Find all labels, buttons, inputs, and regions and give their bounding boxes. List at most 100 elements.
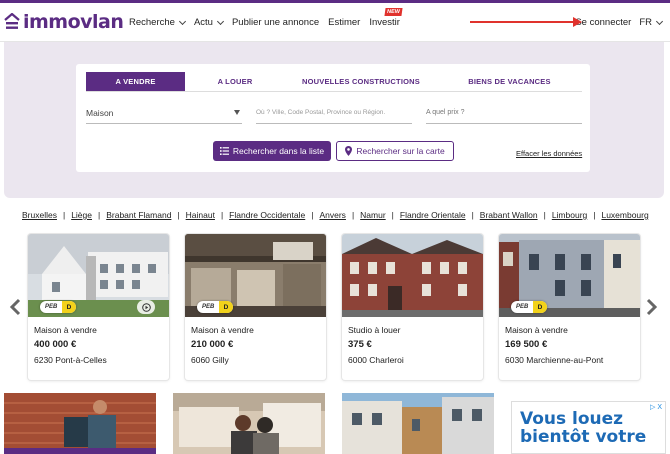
region-link[interactable]: Hainaut [186, 210, 215, 220]
separator: | [543, 210, 546, 220]
region-link[interactable]: Bruxelles [22, 210, 57, 220]
region-link[interactable]: Brabant Wallon [480, 210, 538, 220]
header-right: Se connecter FR [575, 17, 664, 28]
peb-label: PEB [516, 304, 529, 310]
nav-item-estimer[interactable]: Estimer [328, 17, 360, 28]
peb-grade: D [533, 301, 547, 313]
chevron-down-icon [216, 17, 225, 25]
peb-grade: D [219, 301, 233, 313]
house-logo-icon [4, 12, 20, 31]
separator: | [62, 210, 66, 220]
separator: | [98, 210, 101, 220]
separator: | [391, 210, 394, 220]
listing-location: 6000 Charleroi [348, 355, 404, 365]
new-badge: NEW [384, 8, 403, 16]
peb-badge: PEB D [511, 301, 547, 313]
region-link[interactable]: Luxembourg [601, 210, 648, 220]
listing-photo: PEB D [499, 234, 640, 317]
ad-headline: Vous louez bientôt votre [520, 410, 646, 446]
map-pin-icon [345, 146, 353, 156]
nav-label: Actu [193, 17, 213, 28]
tab-nouvelles-constructions[interactable]: NOUVELLES CONSTRUCTIONS [285, 72, 437, 91]
location-input[interactable]: Où ? Ville, Code Postal, Province ou Rég… [256, 102, 412, 124]
separator: | [593, 210, 596, 220]
region-link[interactable]: Anvers [319, 210, 345, 220]
search-list-label: Rechercher dans la liste [232, 146, 325, 156]
price-placeholder: A quel prix ? [426, 109, 465, 116]
nav-label: Recherche [129, 17, 175, 28]
ad-line-2: bientôt votre [520, 427, 647, 447]
nav-item-actu[interactable]: Actu [193, 17, 225, 28]
listing-card[interactable]: PEB D Maison à vendre 169 500 € 6030 Mar… [499, 234, 640, 380]
region-links: Bruxelles | Liège | Brabant Flamand | Haina… [22, 210, 649, 220]
price-input[interactable]: A quel prix ? [426, 102, 582, 124]
separator: | [311, 210, 314, 220]
peb-badge: PEB D [197, 301, 233, 313]
login-link[interactable]: Se connecter [575, 17, 631, 28]
clear-data-link[interactable]: Effacer les données [516, 149, 582, 158]
search-list-button[interactable]: Rechercher dans la liste [213, 141, 331, 161]
region-link[interactable]: Brabant Flamand [106, 210, 171, 220]
property-type-value: Maison [86, 107, 114, 118]
separator: | [220, 210, 224, 220]
listing-card[interactable]: Studio à louer 375 € 6000 Charleroi [342, 234, 483, 380]
listing-price: 400 000 € [34, 339, 77, 350]
main-nav: Recherche Actu Publier une annonce Estim… [129, 8, 409, 28]
region-link[interactable]: Flandre Orientale [400, 210, 466, 220]
carousel-prev-arrow-icon[interactable] [9, 298, 21, 316]
peb-label: PEB [45, 304, 58, 310]
location-placeholder: Où ? Ville, Code Postal, Province ou Rég… [256, 109, 386, 116]
search-tabs: A VENDRE A LOUER NOUVELLES CONSTRUCTIONS… [86, 72, 582, 92]
tab-biens-de-vacances[interactable]: BIENS DE VACANCES [437, 72, 582, 91]
nav-item-investir[interactable]: NEW Investir [369, 8, 403, 28]
promo-image[interactable] [173, 393, 325, 454]
listing-price: 210 000 € [191, 339, 234, 350]
advertisement-banner[interactable]: ▷ X Vous louez bientôt votre [511, 401, 666, 454]
listing-type: Maison à vendre [34, 325, 97, 335]
ad-line-1: Vous louez [520, 409, 624, 429]
separator: | [177, 210, 180, 220]
tab-a-vendre[interactable]: A VENDRE [86, 72, 185, 91]
listing-type: Studio à louer [348, 325, 401, 335]
listing-photo [342, 234, 483, 317]
listing-photo: PEB D [28, 234, 169, 317]
listing-location: 6030 Marchienne-au-Pont [505, 355, 604, 365]
ad-close-icon[interactable]: ▷ X [650, 403, 662, 411]
logo[interactable]: immovlan [4, 11, 124, 33]
listing-type: Maison à vendre [505, 325, 568, 335]
peb-grade: D [62, 301, 76, 313]
region-link[interactable]: Liège [71, 210, 92, 220]
region-link[interactable]: Namur [360, 210, 386, 220]
list-icon [219, 147, 229, 155]
search-panel: A VENDRE A LOUER NOUVELLES CONSTRUCTIONS… [76, 64, 590, 172]
carousel-next-arrow-icon[interactable] [646, 298, 658, 316]
annotation-arrow-line [470, 21, 578, 23]
dropdown-triangle-icon [234, 110, 240, 115]
region-link[interactable]: Limbourg [552, 210, 587, 220]
listing-photo: PEB D [185, 234, 326, 317]
peb-label: PEB [202, 304, 215, 310]
nav-label: Investir [369, 17, 400, 28]
chevron-down-icon [178, 17, 186, 25]
listing-card[interactable]: PEB D Maison à vendre 210 000 € 6060 Gil… [185, 234, 326, 380]
nav-label: Estimer [328, 17, 361, 28]
video-play-icon[interactable] [137, 300, 155, 314]
property-type-select[interactable]: Maison [86, 102, 242, 124]
nav-item-recherche[interactable]: Recherche [129, 17, 186, 28]
promo-image[interactable] [342, 393, 494, 454]
promo-image[interactable] [4, 393, 156, 454]
brand-name: immovlan [23, 11, 124, 33]
annotation-arrow-head [573, 17, 582, 27]
language-label: FR [639, 17, 652, 28]
region-link[interactable]: Flandre Occidentale [229, 210, 305, 220]
nav-item-publier[interactable]: Publier une annonce [232, 17, 319, 28]
language-selector[interactable]: FR [639, 17, 664, 28]
listing-card[interactable]: PEB D Maison à vendre 400 000 € 6230 Pon… [28, 234, 169, 380]
chevron-down-icon [655, 17, 664, 25]
tab-a-louer[interactable]: A LOUER [185, 72, 285, 91]
search-map-button[interactable]: Rechercher sur la carte [336, 141, 454, 161]
listing-location: 6230 Pont-à-Celles [34, 355, 107, 365]
separator: | [471, 210, 474, 220]
listing-price: 169 500 € [505, 339, 548, 350]
nav-label: Publier une annonce [231, 17, 320, 28]
